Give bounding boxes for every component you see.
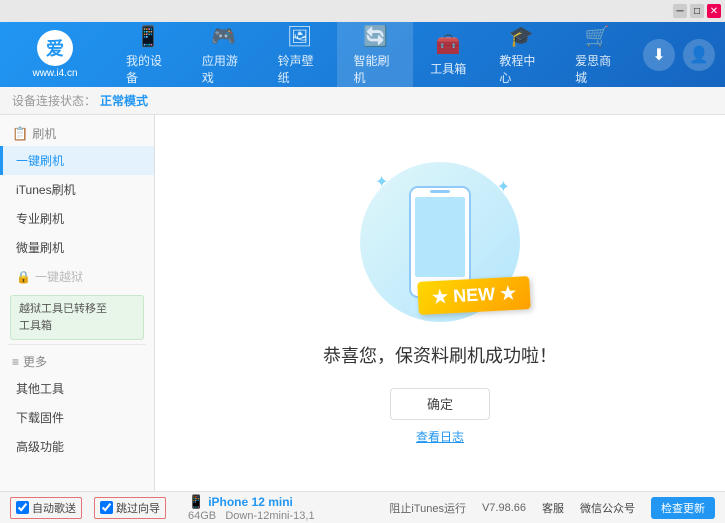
sidebar-item-onekey-flash[interactable]: 一键刷机 xyxy=(0,146,154,175)
header-right: ⬇ 👤 xyxy=(635,39,725,71)
bottom-left: 自动歌送 跳过向导 📱 iPhone 12 mini 64GB Down-12m… xyxy=(10,494,389,522)
nav-item-wallpaper[interactable]: 🖼铃声壁纸 xyxy=(262,22,338,87)
device-model: Down-12mini-13,1 xyxy=(225,510,314,522)
device-info: 📱 iPhone 12 mini 64GB Down-12mini-13,1 xyxy=(188,494,315,522)
logo-text: www.i4.cn xyxy=(32,68,77,79)
nav-items: 📱我的设备🎮应用游戏🖼铃声壁纸🔄智能刷机🧰工具箱🎓教程中心🛒爱思商城 xyxy=(110,22,635,87)
title-bar: ─ □ ✕ xyxy=(0,0,725,22)
flash-section-label: 刷机 xyxy=(32,125,56,142)
flash-section-icon: 📋 xyxy=(12,126,28,142)
my-device-icon: 📱 xyxy=(135,24,160,49)
auto-send-label: 自动歌送 xyxy=(32,500,76,516)
sidebar-section-flash: 📋 刷机 xyxy=(0,121,154,146)
auto-send-input[interactable] xyxy=(16,501,29,514)
sidebar-item-micro-flash[interactable]: 微量刷机 xyxy=(0,233,154,262)
sidebar-item-itunes-flash[interactable]: iTunes刷机 xyxy=(0,175,154,204)
version-info: V7.98.66 xyxy=(482,502,526,514)
apps-icon: 🎮 xyxy=(211,24,236,49)
tutorial-icon: 🎓 xyxy=(509,24,534,49)
wallpaper-icon: 🖼 xyxy=(287,24,312,49)
minimize-button[interactable]: ─ xyxy=(673,4,687,18)
nav-item-tutorial[interactable]: 🎓教程中心 xyxy=(483,22,559,87)
check-update-button[interactable]: 检查更新 xyxy=(651,497,715,519)
skip-wizard-input[interactable] xyxy=(100,501,113,514)
status-value: 正常模式 xyxy=(100,92,148,109)
phone-circle: ✦ ✦ NEW xyxy=(360,162,520,322)
device-name: 📱 iPhone 12 mini xyxy=(188,494,315,510)
device-storage: 64GB xyxy=(188,510,216,522)
more-section-label: 更多 xyxy=(23,353,47,370)
status-label: 设备连接状态： xyxy=(12,92,96,109)
sidebar-jailbreak-note: 越狱工具已转移至工具箱 xyxy=(10,295,144,340)
confirm-button[interactable]: 确定 xyxy=(390,388,490,420)
header: 爱 www.i4.cn 📱我的设备🎮应用游戏🖼铃声壁纸🔄智能刷机🧰工具箱🎓教程中… xyxy=(0,22,725,87)
content-area: ✦ ✦ NEW 恭喜您，保资料刷机成功啦！ 确定 查看日志 xyxy=(155,115,725,491)
sidebar-item-pro-flash[interactable]: 专业刷机 xyxy=(0,204,154,233)
nav-item-toolbox[interactable]: 🧰工具箱 xyxy=(413,22,483,87)
customer-service-link[interactable]: 客服 xyxy=(542,500,564,516)
toolbox-icon: 🧰 xyxy=(436,32,461,57)
success-text: 恭喜您，保资料刷机成功啦！ xyxy=(323,342,557,368)
nav-item-smart-flash[interactable]: 🔄智能刷机 xyxy=(337,22,413,87)
close-button[interactable]: ✕ xyxy=(707,4,721,18)
sparkle-top-left: ✦ xyxy=(375,172,388,192)
device-phone-icon: 📱 xyxy=(188,494,204,510)
store-icon: 🛒 xyxy=(585,24,610,49)
sidebar-divider xyxy=(8,344,146,345)
stop-itunes-button[interactable]: 阻止iTunes运行 xyxy=(389,500,466,516)
device-sub: 64GB Down-12mini-13,1 xyxy=(188,510,315,522)
nav-item-apps[interactable]: 🎮应用游戏 xyxy=(186,22,262,87)
sidebar-item-download-firmware[interactable]: 下载固件 xyxy=(0,403,154,432)
new-badge: NEW xyxy=(417,276,531,315)
success-illustration: ✦ ✦ NEW xyxy=(360,162,520,322)
nav-item-store[interactable]: 🛒爱思商城 xyxy=(559,22,635,87)
logo-area: 爱 www.i4.cn xyxy=(0,30,110,79)
account-button[interactable]: 👤 xyxy=(683,39,715,71)
skip-wizard-label: 跳过向导 xyxy=(116,500,160,516)
sidebar-item-other-tools[interactable]: 其他工具 xyxy=(0,374,154,403)
logo-icon: 爱 xyxy=(37,30,73,66)
status-bar: 设备连接状态： 正常模式 xyxy=(0,87,725,115)
sidebar-section-more: ≡ 更多 xyxy=(0,349,154,374)
smart-flash-icon: 🔄 xyxy=(363,24,388,49)
wechat-link[interactable]: 微信公众号 xyxy=(580,500,635,516)
bottom-bar: 自动歌送 跳过向导 📱 iPhone 12 mini 64GB Down-12m… xyxy=(0,491,725,523)
sparkle-top-right: ✦ xyxy=(497,177,510,197)
skip-wizard-checkbox[interactable]: 跳过向导 xyxy=(94,497,166,519)
main-layout: 📋 刷机 一键刷机 iTunes刷机 专业刷机 微量刷机 🔒 一键越狱 越狱工具… xyxy=(0,115,725,491)
device-name-text: iPhone 12 mini xyxy=(208,495,293,509)
lock-icon: 🔒 xyxy=(16,270,31,284)
sidebar-item-advanced[interactable]: 高级功能 xyxy=(0,432,154,461)
bottom-right: 阻止iTunes运行 V7.98.66 客服 微信公众号 检查更新 xyxy=(389,497,715,519)
auto-send-checkbox[interactable]: 自动歌送 xyxy=(10,497,82,519)
jailbreak-label: 一键越狱 xyxy=(35,268,83,285)
view-log-link[interactable]: 查看日志 xyxy=(416,428,464,445)
sidebar-item-jailbreak-disabled: 🔒 一键越狱 xyxy=(0,262,154,291)
maximize-button[interactable]: □ xyxy=(690,4,704,18)
nav-item-my-device[interactable]: 📱我的设备 xyxy=(110,22,186,87)
sidebar: 📋 刷机 一键刷机 iTunes刷机 专业刷机 微量刷机 🔒 一键越狱 越狱工具… xyxy=(0,115,155,491)
more-section-icon: ≡ xyxy=(12,355,19,369)
download-button[interactable]: ⬇ xyxy=(643,39,675,71)
